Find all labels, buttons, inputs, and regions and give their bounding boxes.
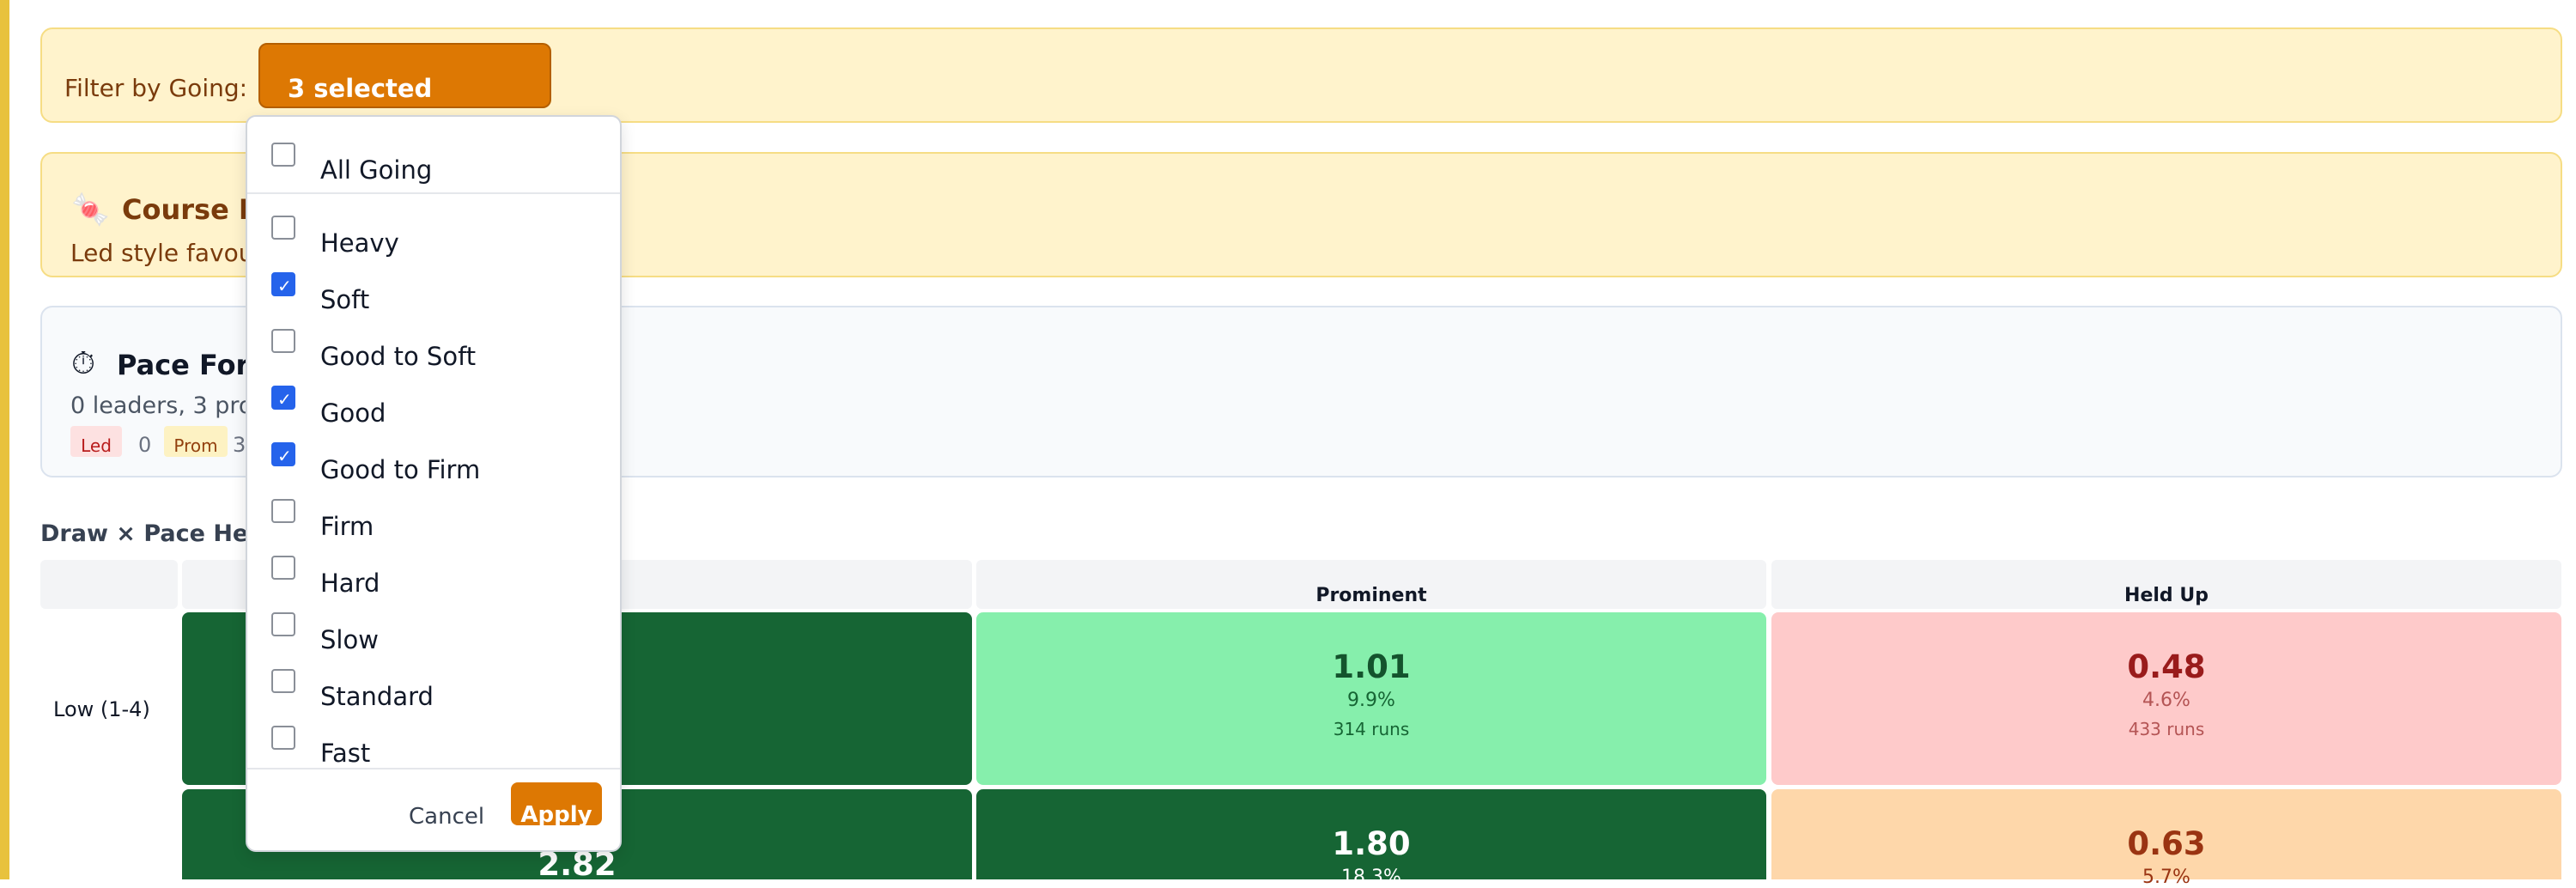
- dropdown-option-all-going[interactable]: All Going: [271, 143, 598, 185]
- dropdown-option[interactable]: Standard: [271, 669, 598, 711]
- option-label: All Going: [320, 155, 433, 185]
- option-label: Slow: [320, 625, 379, 654]
- dropdown-option[interactable]: Slow: [271, 612, 598, 654]
- heatmap-cell: 1.01 9.9% 314 runs: [976, 612, 1766, 785]
- dropdown-option[interactable]: Firm: [271, 499, 598, 541]
- heatmap-cell: 1.80 18.3%: [976, 789, 1766, 888]
- pace-summary: 0 leaders, 3 pror: [70, 392, 263, 419]
- checkbox[interactable]: [271, 143, 295, 167]
- checkbox[interactable]: [271, 329, 295, 353]
- dropdown-option[interactable]: Good to Soft: [271, 329, 598, 371]
- option-label: Hard: [320, 569, 380, 598]
- filter-label: Filter by Going:: [64, 74, 248, 102]
- cell-value: 1.80: [1332, 825, 1411, 862]
- stopwatch-icon: ⏱: [71, 346, 96, 381]
- checkbox-checked[interactable]: [271, 386, 295, 410]
- left-accent-bar: [0, 0, 9, 879]
- checkbox-checked[interactable]: [271, 272, 295, 296]
- option-label: Standard: [320, 682, 434, 711]
- dropdown-footer-divider: [247, 768, 620, 769]
- led-count: 0: [138, 433, 152, 457]
- apply-button[interactable]: Apply: [511, 782, 602, 828]
- checkbox[interactable]: [271, 499, 295, 523]
- option-label: Soft: [320, 285, 370, 314]
- option-label: Fast: [320, 739, 371, 768]
- option-label: Good to Soft: [320, 342, 477, 371]
- led-badge: Led: [70, 426, 122, 457]
- dropdown-option[interactable]: Good to Firm: [271, 442, 598, 484]
- option-label: Firm: [320, 512, 374, 541]
- cell-percent: 9.9%: [1347, 690, 1395, 711]
- going-dropdown: All Going Heavy Soft Good to Soft Good Good …: [246, 115, 622, 852]
- filter-bar: Filter by Going: 3 selected: [40, 27, 2562, 123]
- heatmap-row-label: Low (1-4): [53, 697, 150, 721]
- course-description: Led style favou: [70, 239, 254, 267]
- dropdown-divider: [247, 192, 620, 194]
- checkbox[interactable]: [271, 612, 295, 636]
- dropdown-option[interactable]: Hard: [271, 556, 598, 598]
- going-filter-button[interactable]: 3 selected: [258, 43, 551, 108]
- checkbox[interactable]: [271, 726, 295, 750]
- option-label: Good to Firm: [320, 455, 481, 484]
- heatmap-column-header: Prominent: [976, 560, 1766, 609]
- option-label: Heavy: [320, 228, 399, 258]
- heatmap-column-header: Held Up: [1771, 560, 2561, 609]
- prom-badge: Prom: [164, 426, 228, 457]
- dropdown-option[interactable]: Soft: [271, 272, 598, 314]
- heatmap-corner-header: [40, 560, 178, 609]
- cell-value: 1.01: [1332, 648, 1411, 685]
- checkbox-checked[interactable]: [271, 442, 295, 466]
- prom-count: 3: [233, 433, 246, 457]
- heatmap-cell: 0.48 4.6% 433 runs: [1771, 612, 2561, 785]
- cell-runs: 314 runs: [1333, 719, 1410, 739]
- cell-value: 0.48: [2127, 648, 2206, 685]
- cell-percent: 18.3%: [1341, 867, 1401, 888]
- dropdown-option[interactable]: Fast: [271, 726, 598, 768]
- checkbox[interactable]: [271, 556, 295, 580]
- cancel-button[interactable]: Cancel: [409, 804, 484, 830]
- heatmap-cell: 0.63 5.7%: [1771, 789, 2561, 888]
- dropdown-option[interactable]: Heavy: [271, 216, 598, 258]
- cell-percent: 5.7%: [2142, 867, 2190, 888]
- option-label: Good: [320, 398, 386, 428]
- cell-percent: 4.6%: [2142, 690, 2190, 711]
- cell-value: 0.63: [2127, 825, 2206, 862]
- dropdown-option[interactable]: Good: [271, 386, 598, 428]
- checkbox[interactable]: [271, 216, 295, 240]
- candy-icon: 🍬: [71, 192, 110, 228]
- cell-runs: 433 runs: [2128, 719, 2205, 739]
- checkbox[interactable]: [271, 669, 295, 693]
